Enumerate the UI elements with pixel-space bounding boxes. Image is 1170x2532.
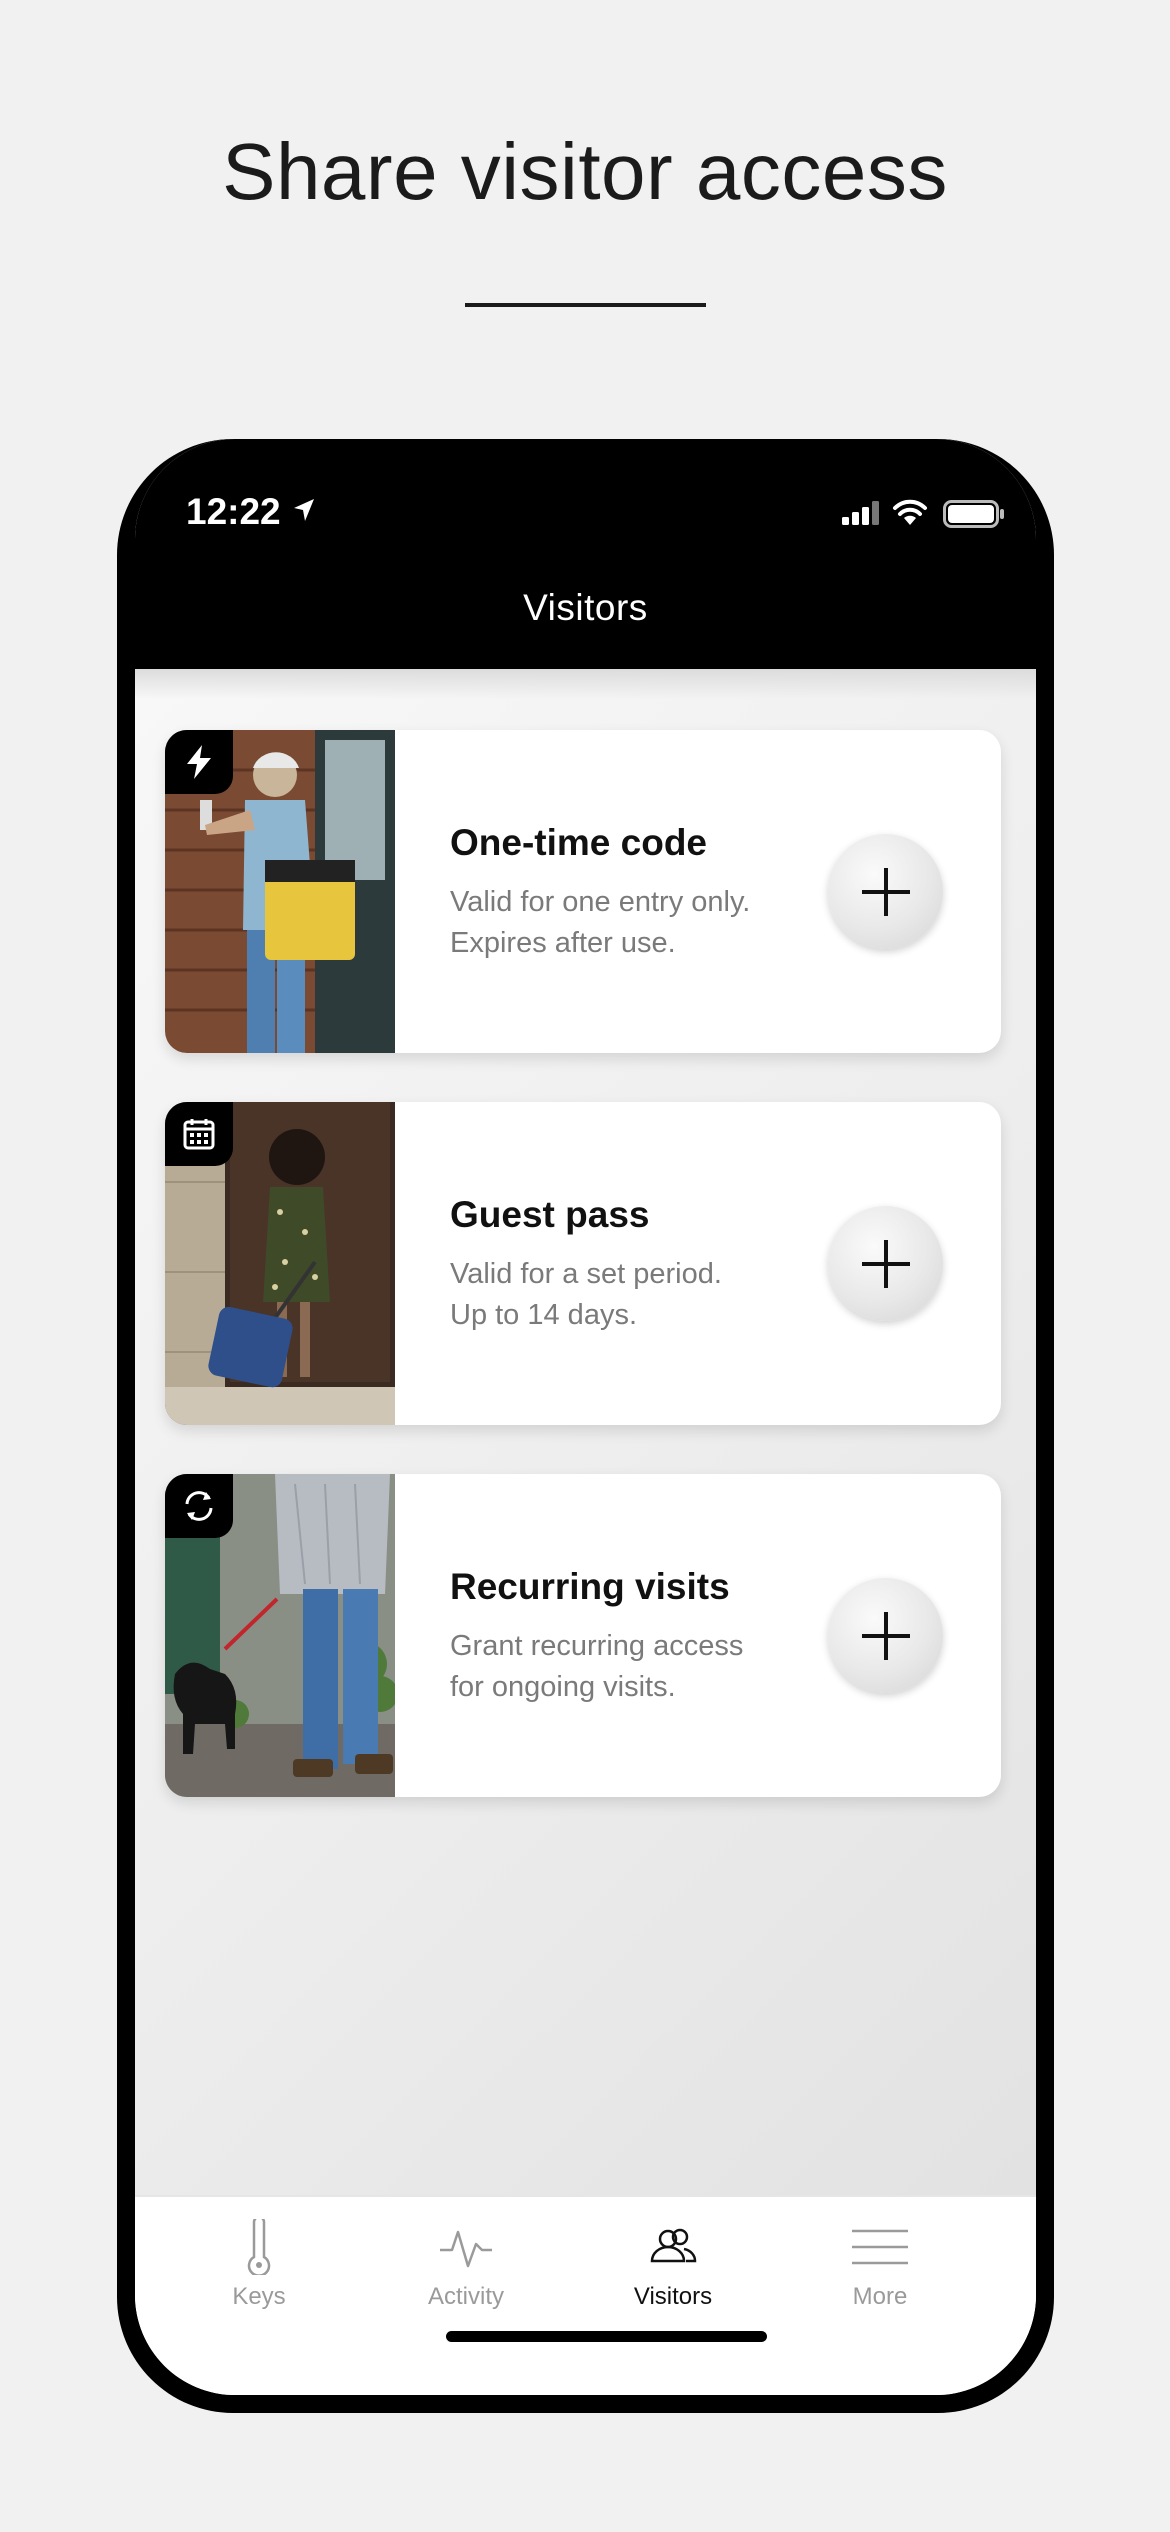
card-title: One-time code bbox=[450, 822, 707, 863]
guest-with-luggage-photo bbox=[165, 1102, 395, 1425]
calendar-icon bbox=[183, 1119, 215, 1150]
status-time: 12:22 bbox=[186, 491, 281, 532]
visitors-icon bbox=[650, 2228, 697, 2263]
nav-title: Visitors bbox=[523, 587, 648, 628]
add-recurring-visit-button[interactable] bbox=[828, 1578, 943, 1693]
badge-lightning bbox=[165, 730, 233, 794]
card-desc-line: Valid for one entry only. bbox=[450, 886, 751, 918]
tab-visitors[interactable]: Visitors bbox=[573, 2217, 773, 2311]
card-title: Recurring visits bbox=[450, 1566, 730, 1607]
tab-activity[interactable]: Activity bbox=[366, 2217, 566, 2311]
tab-label: Activity bbox=[427, 2283, 504, 2310]
plus-icon bbox=[861, 867, 910, 916]
key-icon bbox=[247, 2219, 271, 2275]
location-arrow-icon bbox=[294, 499, 314, 521]
card-one-time-code[interactable]: One-time code Valid for one entry only. … bbox=[165, 730, 1001, 1053]
card-description: Grant recurring access for ongoing visit… bbox=[450, 1626, 743, 1708]
page: Share visitor access 12:22 Visitors One-… bbox=[0, 0, 1170, 2532]
tab-label: Visitors bbox=[633, 2283, 713, 2310]
refresh-icon bbox=[185, 1491, 213, 1521]
menu-icon bbox=[852, 2229, 908, 2265]
delivery-person-photo bbox=[165, 730, 395, 1053]
visitor-options: One-time code Valid for one entry only. … bbox=[135, 669, 1036, 2195]
add-one-time-code-button[interactable] bbox=[828, 834, 943, 949]
lightning-icon bbox=[187, 745, 211, 779]
tab-keys[interactable]: Keys bbox=[159, 2217, 359, 2311]
top-bar: 12:22 Visitors bbox=[135, 439, 1036, 669]
phone-frame: 12:22 Visitors One-time code Valid for o… bbox=[117, 439, 1054, 2413]
card-desc-line: Expires after use. bbox=[450, 927, 676, 959]
home-indicator[interactable] bbox=[446, 2331, 767, 2342]
dog-walker-photo bbox=[165, 1474, 395, 1797]
page-headline: Share visitor access bbox=[222, 127, 948, 216]
card-title: Guest pass bbox=[450, 1194, 650, 1235]
plus-icon bbox=[861, 1611, 910, 1660]
card-desc-line: Valid for a set period. bbox=[450, 1258, 722, 1290]
badge-calendar bbox=[165, 1102, 233, 1166]
tab-label: Keys bbox=[232, 2283, 286, 2310]
tab-more[interactable]: More bbox=[780, 2217, 980, 2311]
phone-screen: 12:22 Visitors One-time code Valid for o… bbox=[135, 439, 1036, 2395]
card-description: Valid for one entry only. Expires after … bbox=[450, 882, 750, 964]
tab-label: More bbox=[852, 2283, 908, 2310]
badge-refresh bbox=[165, 1474, 233, 1538]
card-description: Valid for a set period. Up to 14 days. bbox=[450, 1254, 722, 1336]
card-desc-line: for ongoing visits. bbox=[450, 1671, 676, 1703]
card-recurring-visits[interactable]: Recurring visits Grant recurring access … bbox=[165, 1474, 1001, 1797]
card-desc-line: Grant recurring access bbox=[450, 1630, 744, 1662]
plus-icon bbox=[861, 1239, 910, 1288]
card-guest-pass[interactable]: Guest pass Valid for a set period. Up to… bbox=[165, 1102, 1001, 1425]
wifi-icon bbox=[893, 499, 927, 525]
tab-bar: Keys Activity Visitors More bbox=[135, 2195, 1036, 2395]
card-desc-line: Up to 14 days. bbox=[450, 1299, 637, 1331]
headline-divider bbox=[465, 303, 706, 307]
cellular-signal-icon bbox=[842, 501, 879, 525]
activity-icon bbox=[440, 2230, 492, 2268]
add-guest-pass-button[interactable] bbox=[828, 1206, 943, 1321]
battery-icon bbox=[943, 500, 1004, 528]
